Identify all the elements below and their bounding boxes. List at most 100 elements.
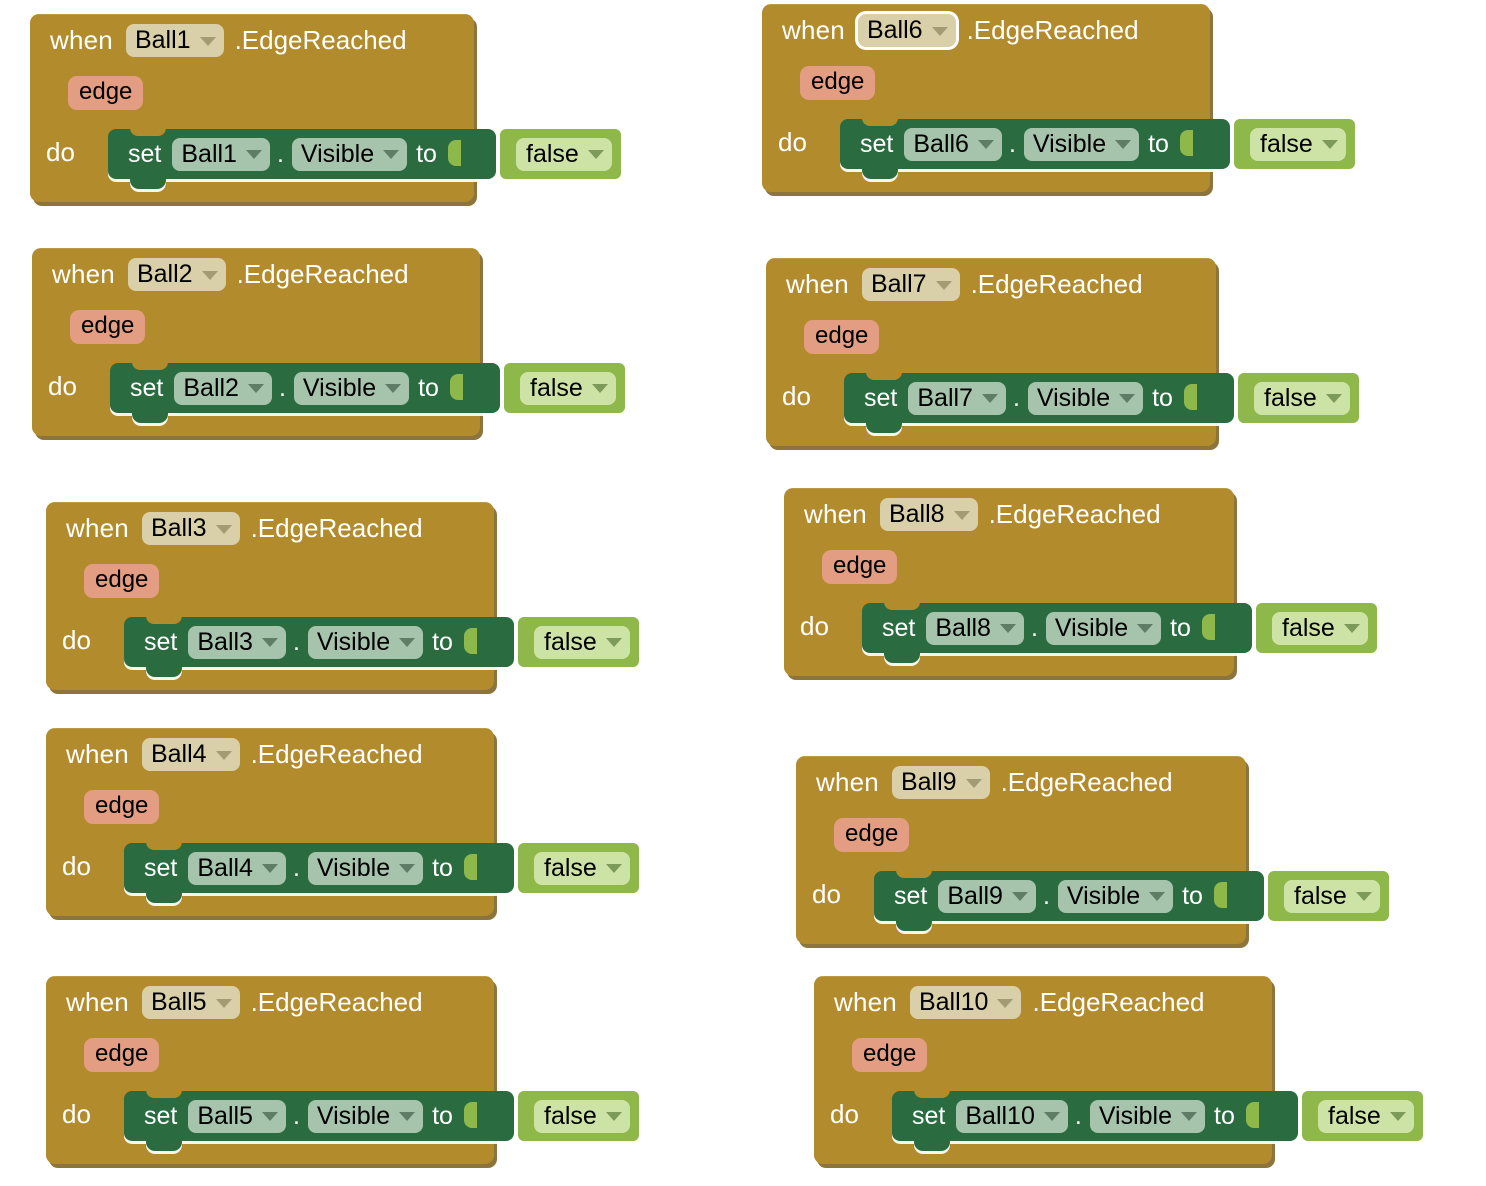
block-notch-bottom-ball3 (146, 666, 182, 677)
blocks-workspace[interactable]: when Ball1 .EdgeReached edge do set Ball1. Visi… (0, 0, 1486, 1186)
event-name-ball8: .EdgeReached (988, 499, 1161, 529)
logic-value-block-ball8[interactable]: false (1256, 603, 1377, 653)
to-keyword-ball4: to (432, 853, 453, 882)
chevron-down-icon (1043, 1112, 1060, 1121)
property-dropdown-ball7[interactable]: Visible (1027, 381, 1144, 415)
socket-cutout-ball6 (1179, 130, 1193, 156)
component-dropdown-ball4[interactable]: Ball4 (141, 738, 240, 771)
value-dropdown-ball10[interactable]: false (1318, 1099, 1414, 1133)
event-parameter-edge-ball7[interactable]: edge (804, 320, 880, 355)
property-dropdown-ball8-label: Visible (1054, 613, 1129, 642)
chevron-down-icon (399, 864, 416, 873)
logic-value-block-ball10[interactable]: false (1302, 1091, 1423, 1141)
value-dropdown-ball8[interactable]: false (1272, 611, 1368, 645)
event-parameter-edge-ball10[interactable]: edge (852, 1038, 928, 1073)
set-component-dropdown-ball6[interactable]: Ball6 (904, 127, 1002, 161)
property-dropdown-ball8[interactable]: Visible (1045, 611, 1162, 645)
set-property-block-ball9[interactable]: set Ball9. Visible to (874, 870, 1264, 931)
property-separator-ball7: . (1012, 383, 1020, 412)
property-separator-ball4: . (292, 853, 300, 882)
value-dropdown-ball4-label: false (544, 853, 597, 882)
event-parameter-edge-ball6[interactable]: edge (800, 66, 876, 101)
event-parameter-edge-ball9[interactable]: edge (834, 818, 910, 853)
block-notch-top-ball1 (130, 128, 166, 136)
logic-value-block-ball5[interactable]: false (518, 1091, 639, 1141)
do-label-ball7: do (782, 381, 811, 411)
value-dropdown-ball7[interactable]: false (1254, 381, 1350, 415)
do-label-ball2: do (48, 371, 77, 401)
component-dropdown-ball3[interactable]: Ball3 (141, 512, 240, 545)
set-property-block-ball6[interactable]: set Ball6. Visible to (840, 118, 1230, 179)
value-dropdown-ball2[interactable]: false (520, 371, 616, 405)
property-dropdown-ball10[interactable]: Visible (1089, 1099, 1206, 1133)
property-dropdown-ball7-label: Visible (1036, 383, 1111, 412)
event-parameter-edge-ball5[interactable]: edge (84, 1038, 160, 1073)
component-dropdown-ball9[interactable]: Ball9 (891, 766, 990, 799)
set-component-dropdown-ball8[interactable]: Ball8 (926, 611, 1024, 645)
set-component-dropdown-ball2[interactable]: Ball2 (174, 371, 272, 405)
chevron-down-icon (931, 26, 948, 36)
logic-value-block-ball2[interactable]: false (504, 363, 625, 413)
event-parameter-edge-ball2[interactable]: edge (70, 310, 146, 345)
value-dropdown-ball10-label: false (1328, 1101, 1381, 1130)
set-component-dropdown-ball10[interactable]: Ball10 (956, 1099, 1068, 1133)
set-property-block-ball1[interactable]: set Ball1. Visible to (108, 128, 496, 189)
set-component-dropdown-ball7[interactable]: Ball7 (908, 381, 1006, 415)
event-parameter-edge-ball3[interactable]: edge (84, 564, 160, 599)
value-dropdown-ball5[interactable]: false (534, 1099, 630, 1133)
property-dropdown-ball3[interactable]: Visible (307, 625, 424, 659)
property-separator-ball2: . (278, 373, 286, 402)
logic-value-block-ball7[interactable]: false (1238, 373, 1359, 423)
component-dropdown-ball6[interactable]: Ball6 (857, 14, 956, 47)
property-dropdown-ball4[interactable]: Visible (307, 851, 424, 885)
set-property-block-ball7[interactable]: set Ball7. Visible to (844, 372, 1234, 433)
set-component-dropdown-ball5[interactable]: Ball5 (188, 1099, 286, 1133)
set-property-block-ball4[interactable]: set Ball4. Visible to (124, 842, 514, 903)
component-dropdown-ball5[interactable]: Ball5 (141, 986, 240, 1019)
event-parameter-edge-ball4[interactable]: edge (84, 790, 160, 825)
to-keyword-ball1: to (416, 139, 437, 168)
property-dropdown-ball9[interactable]: Visible (1057, 879, 1174, 913)
component-dropdown-ball8[interactable]: Ball8 (879, 498, 978, 531)
value-dropdown-ball4[interactable]: false (534, 851, 630, 885)
event-header-ball4: when Ball4 .EdgeReached (66, 738, 423, 771)
chevron-down-icon (261, 864, 278, 873)
component-dropdown-ball1[interactable]: Ball1 (125, 24, 224, 57)
component-dropdown-ball9-label: Ball9 (900, 768, 957, 796)
property-dropdown-ball2[interactable]: Visible (293, 371, 410, 405)
event-name-ball10: .EdgeReached (1032, 987, 1205, 1017)
set-component-dropdown-ball1[interactable]: Ball1 (172, 137, 270, 171)
component-dropdown-ball10-label: Ball10 (918, 988, 989, 1016)
logic-value-block-ball4[interactable]: false (518, 843, 639, 893)
property-dropdown-ball5[interactable]: Visible (307, 1099, 424, 1133)
logic-value-block-ball9[interactable]: false (1268, 871, 1389, 921)
to-keyword-ball7: to (1152, 383, 1173, 412)
component-dropdown-ball7[interactable]: Ball7 (861, 268, 960, 301)
logic-value-block-ball6[interactable]: false (1234, 119, 1355, 169)
set-component-dropdown-ball4[interactable]: Ball4 (188, 851, 286, 885)
logic-value-block-ball3[interactable]: false (518, 617, 639, 667)
property-dropdown-ball1[interactable]: Visible (291, 137, 408, 171)
when-keyword: when (804, 499, 867, 529)
component-dropdown-ball10[interactable]: Ball10 (909, 986, 1022, 1019)
value-dropdown-ball3[interactable]: false (534, 625, 630, 659)
set-property-block-ball5[interactable]: set Ball5. Visible to (124, 1090, 514, 1151)
when-keyword: when (782, 15, 845, 45)
logic-value-block-ball1[interactable]: false (500, 129, 621, 179)
socket-cutout-ball5 (463, 1102, 477, 1128)
event-parameter-edge-ball8[interactable]: edge (822, 550, 898, 585)
value-dropdown-ball6[interactable]: false (1250, 127, 1346, 161)
set-component-dropdown-ball3[interactable]: Ball3 (188, 625, 286, 659)
value-dropdown-ball9[interactable]: false (1284, 879, 1380, 913)
value-dropdown-ball1[interactable]: false (516, 137, 612, 171)
set-property-block-ball8[interactable]: set Ball8. Visible to (862, 602, 1252, 663)
event-parameter-edge-ball1[interactable]: edge (68, 76, 144, 111)
property-dropdown-ball6[interactable]: Visible (1023, 127, 1140, 161)
set-component-dropdown-ball9[interactable]: Ball9 (938, 879, 1036, 913)
set-property-block-ball10[interactable]: set Ball10. Visible to (892, 1090, 1298, 1151)
set-property-block-ball3[interactable]: set Ball3. Visible to (124, 616, 514, 677)
set-property-block-ball2[interactable]: set Ball2. Visible to (110, 362, 500, 423)
property-dropdown-ball5-label: Visible (316, 1101, 391, 1130)
set-keyword-ball3: set (144, 627, 178, 656)
component-dropdown-ball2[interactable]: Ball2 (127, 258, 226, 291)
